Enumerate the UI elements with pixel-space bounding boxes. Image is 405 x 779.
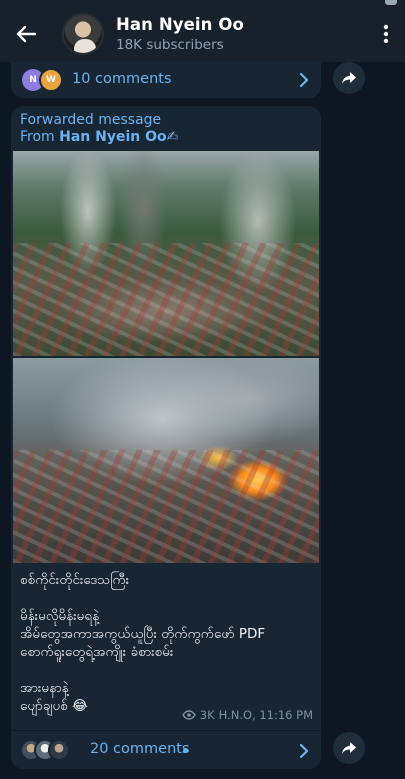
- post-text-line: မိန်းမလိုမိန်းမရနဲ့: [20, 608, 100, 624]
- from-prefix: From: [20, 129, 60, 145]
- channel-title-block[interactable]: Han Nyein Oo 18K subscribers: [116, 15, 367, 53]
- writing-hand-emoji: ✍: [166, 129, 179, 145]
- unread-dot: [183, 748, 188, 753]
- post-text-line: အားမနာနဲ့: [20, 680, 69, 696]
- more-vertical-icon: [383, 24, 389, 44]
- post-text-spacer: [20, 661, 312, 679]
- author-signature-time: H.N.O, 11:16 PM: [218, 708, 313, 722]
- back-arrow-icon: [16, 25, 36, 43]
- post-text-line: စောက်ရူးတွေရဲ့အကျိုး ခံစားစမ်း: [20, 644, 174, 660]
- forwarded-header[interactable]: Forwarded message From Han Nyein Oo✍: [20, 112, 178, 146]
- chevron-right-icon: [299, 72, 309, 88]
- previous-post-comments-bar[interactable]: N W 10 comments: [11, 62, 321, 98]
- post-photo-1[interactable]: [13, 151, 319, 356]
- eye-icon: [181, 710, 196, 720]
- forwarded-from[interactable]: From Han Nyein Oo✍: [20, 129, 178, 146]
- back-button[interactable]: [0, 6, 52, 62]
- status-indicator: [385, 0, 397, 5]
- from-name: Han Nyein Oo: [59, 129, 167, 145]
- subscriber-count: 18K subscribers: [116, 37, 224, 53]
- share-icon: [342, 72, 356, 84]
- more-options-button[interactable]: [367, 6, 405, 62]
- photo-detail: [13, 243, 319, 356]
- channel-avatar[interactable]: [62, 13, 104, 55]
- post-text: စစ်ကိုင်းတိုင်းဒေသကြီး မိန်းမလိုမိန်းမရန…: [20, 571, 312, 715]
- comments-count-link[interactable]: 20 comments: [90, 741, 190, 757]
- comments-count-link[interactable]: 10 comments: [72, 71, 172, 87]
- share-button[interactable]: [333, 732, 365, 764]
- post-text-line: စစ်ကိုင်းတိုင်းဒေသကြီး: [20, 572, 130, 588]
- post-text-spacer: [20, 589, 312, 607]
- post-text-line: အိမ်တွေအကာအကွယ်ယူပြီး တိုက်ကွက်ဖော် PDF: [20, 626, 266, 642]
- share-button[interactable]: [333, 62, 365, 94]
- share-icon: [342, 742, 356, 754]
- photo-detail: [13, 450, 319, 563]
- comments-bar[interactable]: 20 comments: [11, 730, 321, 769]
- view-count: 3K: [199, 708, 215, 722]
- channel-post: Forwarded message From Han Nyein Oo✍ စစ်…: [11, 106, 321, 769]
- commenter-avatar: W: [39, 68, 63, 92]
- commenter-avatar: [48, 739, 70, 761]
- post-meta: 3K H.N.O, 11:16 PM: [181, 708, 313, 722]
- post-photo-2[interactable]: [13, 358, 319, 563]
- channel-name: Han Nyein Oo: [116, 15, 244, 34]
- chat-header: Han Nyein Oo 18K subscribers: [0, 6, 405, 62]
- chevron-right-icon: [299, 743, 309, 759]
- forwarded-label: Forwarded message: [20, 112, 162, 128]
